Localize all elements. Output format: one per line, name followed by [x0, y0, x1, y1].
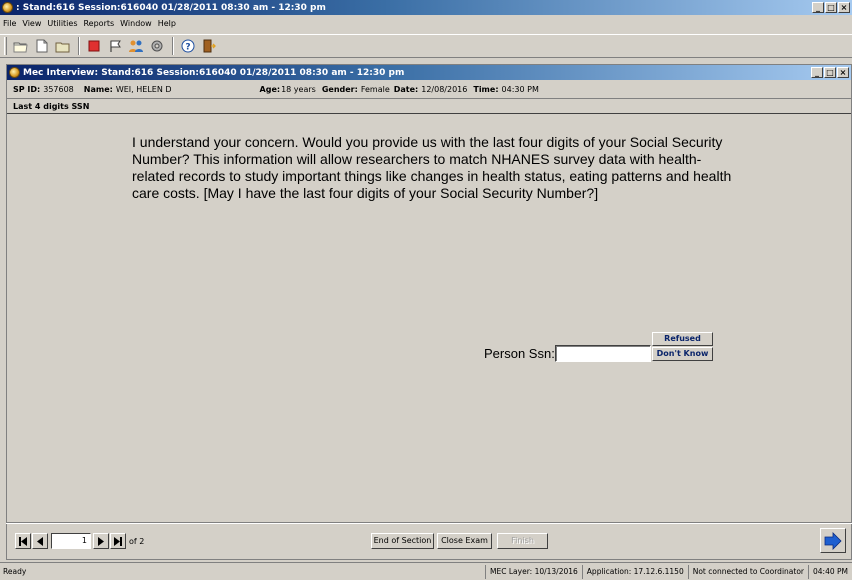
close-exam-button[interactable]: Close Exam [437, 533, 492, 549]
status-mec-layer: MEC Layer: 10/13/2016 [485, 564, 582, 579]
menu-utilities[interactable]: Utilities [47, 19, 77, 28]
next-arrow-icon [824, 531, 842, 550]
age-value: 18 years [281, 84, 316, 94]
status-bar: Ready MEC Layer: 10/13/2016 Application:… [0, 562, 852, 580]
app-logo-icon [2, 2, 13, 13]
open-folder-icon[interactable] [11, 37, 30, 55]
section-title: Last 4 digits SSN [7, 98, 851, 114]
close-button[interactable]: × [838, 2, 850, 13]
toolbar-separator [172, 37, 174, 55]
next-page-icon [98, 536, 104, 546]
refused-button[interactable]: Refused [652, 332, 713, 346]
question-text: I understand your concern. Would you pro… [132, 134, 732, 201]
end-of-section-button[interactable]: End of Section [371, 533, 434, 549]
minimize-button[interactable]: _ [812, 2, 824, 13]
status-ready: Ready [3, 567, 27, 576]
previous-page-button[interactable] [32, 533, 48, 549]
page-navigation: 1 of 2 [15, 533, 144, 549]
maximize-button[interactable]: □ [825, 2, 837, 13]
menu-reports[interactable]: Reports [83, 19, 114, 28]
date-value: 12/08/2016 [421, 84, 468, 94]
time-value: 04:30 PM [501, 84, 539, 94]
footer-divider [6, 522, 852, 524]
svg-text:?: ? [185, 43, 190, 53]
participant-info: SP ID: 357608 Name: WEI, HELEN D Age: 18… [7, 81, 851, 97]
name-value: WEI, HELEN D [115, 84, 172, 94]
page-count-text: of 2 [129, 536, 145, 546]
interview-logo-icon [9, 67, 20, 78]
menu-window[interactable]: Window [120, 19, 152, 28]
menu-view[interactable]: View [22, 19, 41, 28]
child-maximize-button[interactable]: □ [824, 67, 836, 78]
child-minimize-button[interactable]: _ [811, 67, 823, 78]
status-connection: Not connected to Coordinator [687, 564, 808, 579]
gender-value: Female [360, 84, 390, 94]
last-page-icon [114, 536, 122, 546]
gender-label: Gender: [321, 84, 358, 94]
menu-bar: File View Utilities Reports Window Help [0, 16, 852, 31]
first-page-icon [19, 536, 27, 546]
age-label: Age: [259, 84, 281, 94]
last-page-button[interactable] [110, 533, 126, 549]
toolbar: ? [0, 34, 852, 58]
flag-icon[interactable] [105, 37, 124, 55]
time-label: Time: [473, 84, 499, 94]
toolbar-grip[interactable] [4, 37, 7, 55]
next-question-button[interactable] [820, 528, 846, 553]
status-clock: 04:40 PM [808, 564, 852, 579]
dont-know-button[interactable]: Don't Know [652, 347, 713, 361]
status-application: Application: 17.12.6.1150 [581, 564, 688, 579]
sp-id-label: SP ID: [13, 84, 41, 94]
person-ssn-input[interactable] [555, 345, 651, 362]
stop-icon[interactable] [84, 37, 103, 55]
new-document-icon[interactable] [32, 37, 51, 55]
date-label: Date: [393, 84, 419, 94]
previous-page-icon [37, 536, 43, 546]
help-icon[interactable]: ? [178, 37, 197, 55]
application-window: : Stand:616 Session:616040 01/28/2011 08… [0, 0, 852, 580]
people-icon[interactable] [126, 37, 145, 55]
first-page-button[interactable] [15, 533, 31, 549]
name-label: Name: [83, 84, 113, 94]
folder-icon[interactable] [53, 37, 72, 55]
menu-help[interactable]: Help [158, 19, 176, 28]
person-ssn-label: Person Ssn: [484, 346, 555, 361]
interview-title-bar[interactable]: Mec Interview: Stand:616 Session:616040 … [7, 65, 851, 80]
settings-icon[interactable] [147, 37, 166, 55]
page-number-field[interactable]: 1 [51, 533, 91, 549]
exit-door-icon[interactable] [199, 37, 218, 55]
finish-button[interactable]: Finish [497, 533, 548, 549]
interview-title: Mec Interview: Stand:616 Session:616040 … [23, 67, 405, 78]
child-close-button[interactable]: × [837, 67, 849, 78]
menu-file[interactable]: File [3, 19, 16, 28]
sp-id-value: 357608 [43, 84, 74, 94]
app-title-bar[interactable]: : Stand:616 Session:616040 01/28/2011 08… [0, 0, 852, 15]
next-page-button[interactable] [93, 533, 109, 549]
app-title: : Stand:616 Session:616040 01/28/2011 08… [16, 2, 326, 13]
toolbar-separator [78, 37, 80, 55]
